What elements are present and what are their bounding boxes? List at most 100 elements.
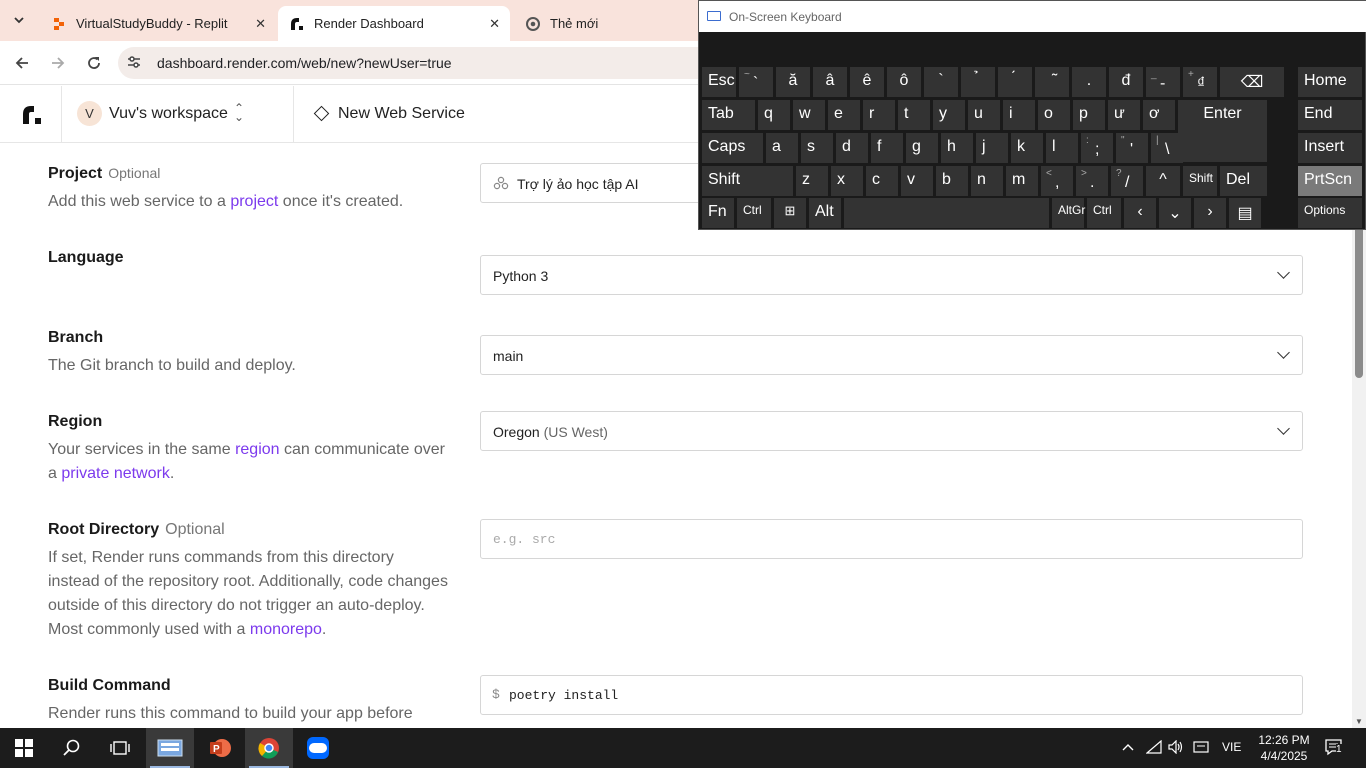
- system-clock[interactable]: 12:26 PM 4/4/2025: [1258, 732, 1310, 764]
- key-3[interactable]: â: [813, 67, 847, 97]
- notification-center[interactable]: 1: [1324, 738, 1344, 759]
- shift-key[interactable]: Shift: [1183, 166, 1217, 196]
- tab-search-button[interactable]: [6, 8, 32, 32]
- delete-key[interactable]: Del: [1220, 166, 1267, 196]
- keyboard-titlebar[interactable]: On-Screen Keyboard: [699, 1, 1366, 32]
- forward-button[interactable]: [46, 51, 70, 75]
- backspace-key[interactable]: ⌫: [1220, 67, 1284, 97]
- key-9[interactable]: >.: [1076, 166, 1108, 196]
- alt-key[interactable]: Alt: [809, 198, 841, 228]
- key-y[interactable]: y: [933, 100, 965, 130]
- tab-key[interactable]: Tab: [702, 100, 755, 130]
- page-scrollbar[interactable]: ▲ ▼: [1352, 143, 1366, 728]
- key-9[interactable]: l: [1046, 133, 1078, 163]
- wifi-icon[interactable]: [1145, 739, 1162, 757]
- key-12[interactable]: | \: [1151, 133, 1183, 163]
- key-w[interactable]: w: [793, 100, 825, 130]
- key-2[interactable]: x: [831, 166, 863, 196]
- show-hidden-icons[interactable]: [1122, 740, 1134, 754]
- region-link[interactable]: region: [235, 441, 279, 458]
- workspace-switcher[interactable]: Vuv's workspace: [109, 105, 228, 123]
- key-options[interactable]: Options: [1298, 198, 1362, 228]
- root-directory-input[interactable]: e.g. src: [480, 519, 1303, 559]
- key-12[interactable]: _ -: [1146, 67, 1180, 97]
- key-2[interactable]: s: [801, 133, 833, 163]
- menu-key[interactable]: ▤: [1229, 198, 1261, 228]
- altgr-key[interactable]: AltGr: [1052, 198, 1085, 228]
- key-0[interactable]: Esc: [702, 67, 736, 97]
- key-t[interactable]: t: [898, 100, 930, 130]
- ctrl-key[interactable]: Ctrl: [1087, 198, 1121, 228]
- key-3[interactable]: c: [866, 166, 898, 196]
- tab-new-tab[interactable]: Thẻ mới: [514, 6, 698, 41]
- url-text[interactable]: dashboard.render.com/web/new?newUser=tru…: [157, 55, 452, 71]
- tab-replit[interactable]: VirtualStudyBuddy - Replit ✕: [40, 6, 276, 41]
- key-1[interactable]: ~ `: [739, 67, 773, 97]
- omnibox[interactable]: dashboard.render.com/web/new?newUser=tru…: [118, 47, 718, 79]
- key-5[interactable]: g: [906, 133, 938, 163]
- workspace-avatar[interactable]: V: [77, 101, 102, 126]
- shift-key[interactable]: Shift: [702, 166, 793, 196]
- key-u[interactable]: u: [968, 100, 1000, 130]
- language-select[interactable]: Python 3: [480, 255, 1303, 295]
- key-ơ[interactable]: ơ: [1143, 100, 1175, 130]
- windows-key[interactable]: ⊞: [774, 198, 806, 228]
- key-9[interactable]: ̃: [1035, 67, 1069, 97]
- key-6[interactable]: n: [971, 166, 1003, 196]
- key-10[interactable]: .: [1072, 67, 1106, 97]
- key-13[interactable]: + ₫: [1183, 67, 1217, 97]
- language-indicator[interactable]: VIE: [1222, 740, 1241, 754]
- volume-icon[interactable]: [1168, 739, 1184, 757]
- key-11[interactable]: " ': [1116, 133, 1148, 163]
- right-arrow-key[interactable]: ›: [1194, 198, 1226, 228]
- taskbar-zalo[interactable]: [294, 728, 342, 768]
- key-6[interactable]: h: [941, 133, 973, 163]
- render-logo-icon[interactable]: [22, 105, 42, 125]
- key-insert[interactable]: Insert: [1298, 133, 1362, 163]
- project-link[interactable]: project: [230, 193, 278, 210]
- key-r[interactable]: r: [863, 100, 895, 130]
- branch-select[interactable]: main: [480, 335, 1303, 375]
- enter-key[interactable]: Enter: [1178, 100, 1267, 162]
- key-3[interactable]: d: [836, 133, 868, 163]
- input-method-icon[interactable]: [1193, 740, 1209, 757]
- key-q[interactable]: q: [758, 100, 790, 130]
- key-11[interactable]: đ: [1109, 67, 1143, 97]
- key-7[interactable]: ̉: [961, 67, 995, 97]
- key-6[interactable]: `: [924, 67, 958, 97]
- ctrl-key[interactable]: Ctrl: [737, 198, 771, 228]
- key-10[interactable]: ? /: [1111, 166, 1143, 196]
- left-arrow-key[interactable]: ‹: [1124, 198, 1156, 228]
- region-select[interactable]: Oregon (US West): [480, 411, 1303, 451]
- search-button[interactable]: [48, 728, 96, 768]
- key-1[interactable]: a: [766, 133, 798, 163]
- fn-key[interactable]: Fn: [702, 198, 734, 228]
- private-network-link[interactable]: private network: [61, 465, 170, 482]
- key-e[interactable]: e: [828, 100, 860, 130]
- key-end[interactable]: End: [1298, 100, 1362, 130]
- close-icon[interactable]: ✕: [489, 16, 500, 32]
- key-11[interactable]: ^: [1146, 166, 1180, 196]
- key-1[interactable]: z: [796, 166, 828, 196]
- key-4[interactable]: v: [901, 166, 933, 196]
- build-command-input[interactable]: $ poetry install: [480, 675, 1303, 715]
- key-5[interactable]: ô: [887, 67, 921, 97]
- reload-button[interactable]: [82, 51, 106, 75]
- taskbar-chrome[interactable]: [245, 728, 293, 768]
- key-7[interactable]: j: [976, 133, 1008, 163]
- key-i[interactable]: i: [1003, 100, 1035, 130]
- taskbar-onscreen-keyboard[interactable]: [146, 728, 194, 768]
- key-5[interactable]: b: [936, 166, 968, 196]
- taskbar-powerpoint[interactable]: P: [196, 728, 244, 768]
- caps-key[interactable]: Caps: [702, 133, 763, 163]
- key-8[interactable]: ́: [998, 67, 1032, 97]
- key-o[interactable]: o: [1038, 100, 1070, 130]
- tab-render-dashboard[interactable]: Render Dashboard ✕: [278, 6, 510, 41]
- monorepo-link[interactable]: monorepo: [250, 621, 322, 638]
- key-8[interactable]: <,: [1041, 166, 1073, 196]
- key-7[interactable]: m: [1006, 166, 1038, 196]
- key-p[interactable]: p: [1073, 100, 1105, 130]
- key-4[interactable]: f: [871, 133, 903, 163]
- site-info-icon[interactable]: [126, 54, 142, 73]
- chevron-up-down-icon[interactable]: ⌃ ⌄: [234, 102, 244, 123]
